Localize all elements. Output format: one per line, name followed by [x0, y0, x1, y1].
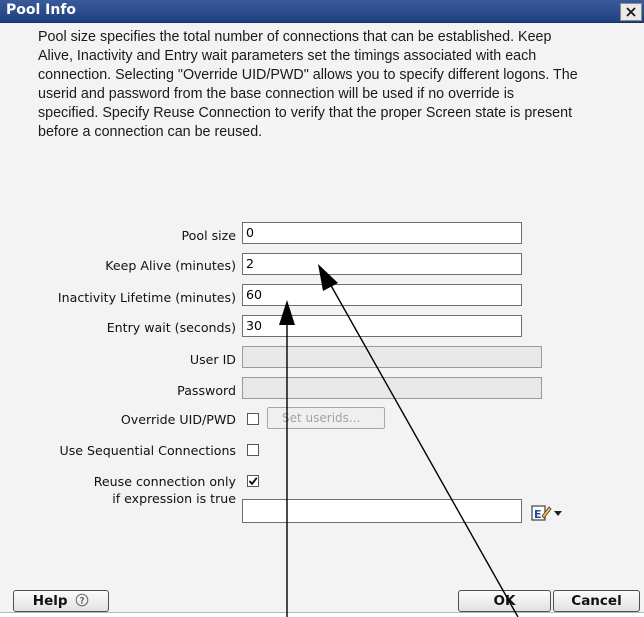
arrowhead-icon [318, 264, 338, 291]
annotation-arrows [279, 264, 519, 617]
arrowhead-icon [279, 300, 295, 325]
annotation-arrow-keep-alive [328, 281, 519, 617]
